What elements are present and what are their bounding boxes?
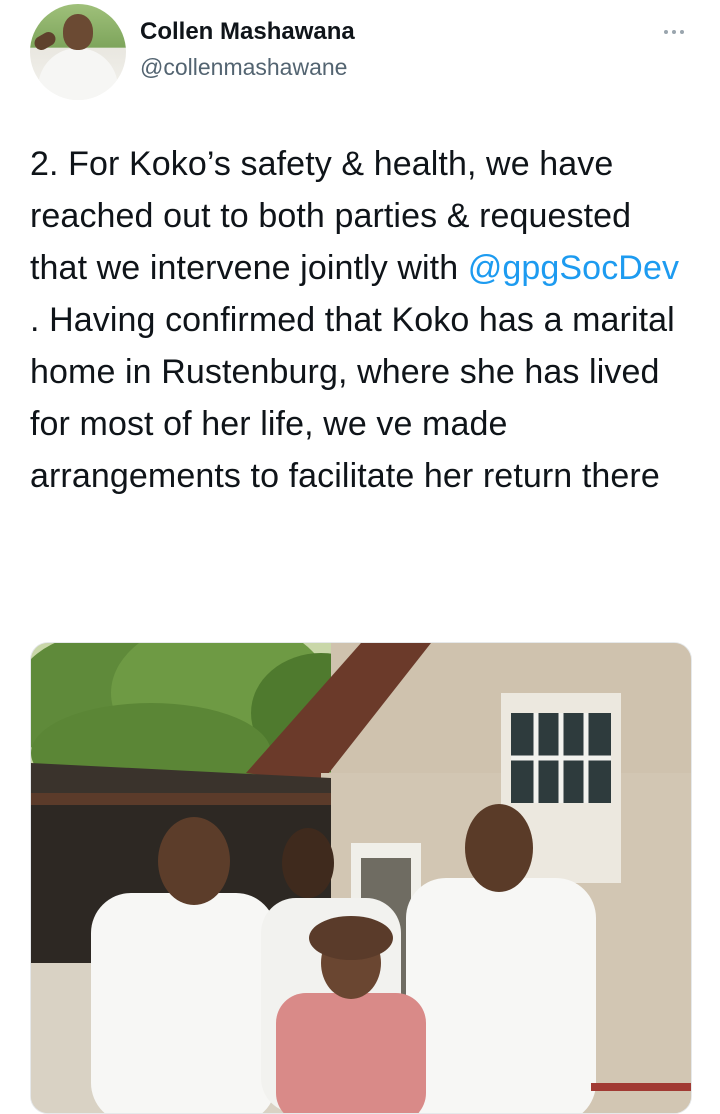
tweet-text: 2. For Koko’s safety & health, we have r… xyxy=(30,138,695,502)
tweet-text-part-2: . Having confirmed that Koko has a marit… xyxy=(30,301,675,495)
avatar[interactable] xyxy=(30,4,126,100)
photo-scene xyxy=(31,643,691,1113)
author-handle[interactable]: @collenmashawane xyxy=(140,54,347,81)
tweet-photo[interactable] xyxy=(30,642,692,1114)
tweet-header: Collen Mashawana @collenmashawane xyxy=(0,0,720,110)
mention-link[interactable]: @gpgSocDev xyxy=(468,249,679,287)
avatar-shirt xyxy=(38,48,118,100)
more-options-button[interactable] xyxy=(656,20,692,44)
more-horizontal-icon-dot xyxy=(680,30,684,34)
more-horizontal-icon xyxy=(664,30,668,34)
avatar-hand xyxy=(31,29,59,53)
avatar-face xyxy=(63,14,93,50)
author-name[interactable]: Collen Mashawana xyxy=(140,18,355,46)
more-horizontal-icon-dot xyxy=(672,30,676,34)
